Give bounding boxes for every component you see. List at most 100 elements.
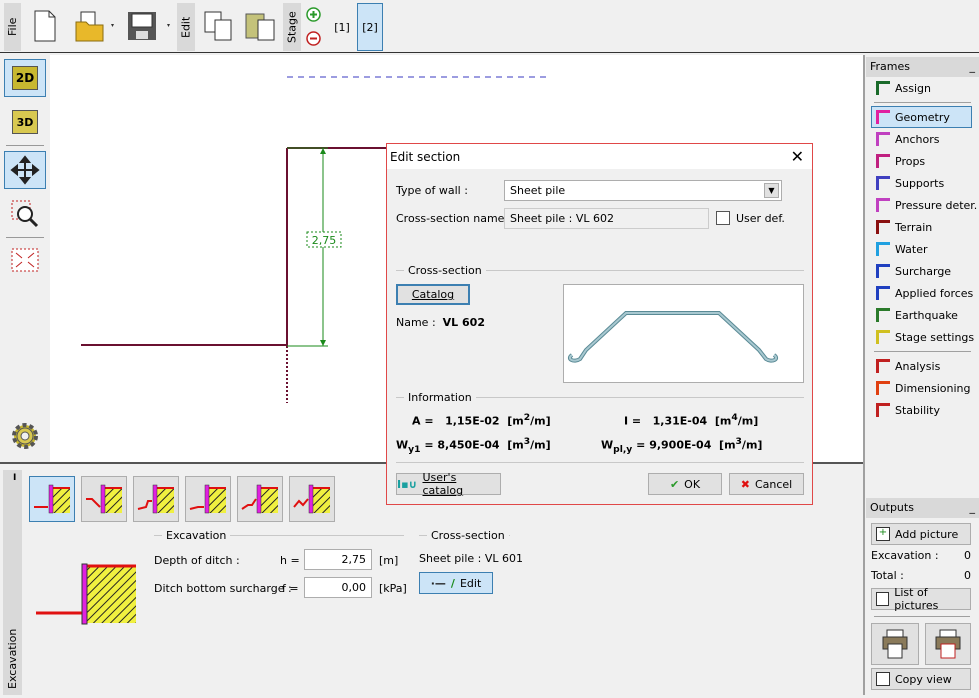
open-folder-icon: [75, 11, 114, 42]
information-group: Information: [396, 391, 804, 404]
print-picture-button[interactable]: [925, 623, 971, 665]
fit-view-button[interactable]: [4, 241, 46, 279]
divider: [874, 351, 971, 352]
surcharge-symbol: f =: [282, 582, 299, 595]
excavation-type-4-button[interactable]: [185, 476, 231, 522]
frame-item-label: Terrain: [895, 220, 933, 234]
frame-item-terrain[interactable]: Terrain: [866, 216, 979, 238]
copy-view-label: Copy view: [895, 672, 952, 686]
catalog-button[interactable]: Catalog: [396, 284, 470, 305]
list-of-pictures-button[interactable]: List of pictures: [871, 586, 971, 612]
excavation-type-3-button[interactable]: [133, 476, 179, 522]
add-stage-button[interactable]: [305, 6, 321, 22]
frame-icon: [876, 330, 890, 344]
copy-icon: [204, 11, 232, 41]
frame-icon: [876, 220, 890, 234]
remove-stage-button[interactable]: [305, 30, 321, 46]
excavation-type-icon: [34, 484, 70, 514]
frame-item-surcharge[interactable]: Surcharge: [866, 260, 979, 282]
excavation-type-2-button[interactable]: [81, 476, 127, 522]
frame-item-applied-forces[interactable]: Applied forces: [866, 282, 979, 304]
cross-section-group-title: Cross-section: [431, 529, 505, 542]
frame-icon: [876, 110, 890, 124]
frame-item-label: Applied forces: [895, 286, 974, 300]
users-catalog-button[interactable]: I▪∪ User's catalog: [396, 471, 501, 497]
stage-1-label: [1]: [334, 20, 350, 34]
frame-item-stability[interactable]: Stability: [866, 399, 979, 421]
edit-section-button[interactable]: ·— / Edit: [419, 572, 493, 594]
dimension-label: 2,75: [312, 234, 337, 247]
print-button[interactable]: [871, 623, 919, 665]
information-group-title: Information: [408, 391, 472, 404]
frame-item-anchors[interactable]: Anchors: [866, 128, 979, 150]
name-label: Name :: [396, 316, 436, 329]
surcharge-input[interactable]: 0,00: [304, 577, 372, 598]
excavation-type-5-button[interactable]: [237, 476, 283, 522]
frames-collapse-button[interactable]: _: [970, 60, 976, 74]
type-of-wall-select[interactable]: Sheet pile ▼: [504, 180, 782, 201]
printer-picture-icon: [935, 629, 961, 659]
frame-item-label: Geometry: [895, 110, 950, 124]
frame-icon: [876, 132, 890, 146]
dialog-title-bar: Edit section ✕: [387, 144, 812, 169]
add-picture-icon: +: [876, 527, 890, 541]
panel-splitter[interactable]: [863, 55, 865, 695]
toolbar-divider: [0, 52, 979, 53]
zoom-magnifier-icon: [11, 200, 39, 228]
cancel-button[interactable]: ✖ Cancel: [729, 473, 804, 495]
checkmark-icon: ✔: [669, 477, 680, 491]
user-def-checkbox[interactable]: [716, 211, 730, 225]
excavation-type-1-button[interactable]: [29, 476, 75, 522]
excavation-group: Excavation: [154, 529, 404, 542]
open-button[interactable]: [70, 8, 120, 44]
depth-input[interactable]: 2,75: [304, 549, 372, 570]
frame-icon: [876, 198, 890, 212]
copy-view-icon: [876, 672, 890, 686]
frame-item-analysis[interactable]: Analysis: [866, 355, 979, 377]
save-button[interactable]: [125, 8, 175, 44]
edit-label: Edit: [459, 576, 482, 590]
view-3d-button[interactable]: 3D: [4, 103, 46, 141]
new-file-button[interactable]: [30, 8, 60, 44]
cross-section-group-title: Cross-section: [408, 264, 482, 277]
ok-label: OK: [684, 477, 701, 491]
stage-menu[interactable]: Stage: [283, 3, 301, 51]
frame-item-label: Stability: [895, 403, 941, 417]
frame-item-pressure-deter[interactable]: Pressure deter.: [866, 194, 979, 216]
frame-item-label: Analysis: [895, 359, 941, 373]
frame-item-stage-settings[interactable]: Stage settings: [866, 326, 979, 348]
frame-item-earthquake[interactable]: Earthquake: [866, 304, 979, 326]
pencil-icon: /: [450, 576, 455, 590]
settings-button[interactable]: [4, 417, 46, 455]
edit-menu[interactable]: Edit: [177, 3, 195, 51]
frame-item-props[interactable]: Props: [866, 150, 979, 172]
copy-button[interactable]: [200, 8, 236, 44]
divider: [6, 237, 44, 238]
stage-1-tab[interactable]: [1]: [330, 8, 354, 46]
close-icon[interactable]: ✕: [791, 147, 804, 166]
add-picture-label: Add picture: [895, 527, 959, 541]
cross-section-preview: [563, 284, 804, 383]
frame-item-assign[interactable]: Assign: [866, 77, 979, 99]
pin-button[interactable]: I: [13, 473, 16, 483]
plastic-modulus-value: Wpl,y = 9,900E-04 [m3/m]: [601, 436, 763, 455]
zoom-button[interactable]: [4, 195, 46, 233]
frame-item-water[interactable]: Water: [866, 238, 979, 260]
stage-2-tab[interactable]: [2]: [357, 3, 383, 51]
outputs-collapse-button[interactable]: _: [970, 501, 976, 515]
frame-item-dimensioning[interactable]: Dimensioning: [866, 377, 979, 399]
file-menu[interactable]: File: [4, 3, 21, 51]
chevron-down-icon[interactable]: ▼: [764, 183, 779, 198]
frame-item-supports[interactable]: Supports: [866, 172, 979, 194]
excavation-type-6-button[interactable]: [289, 476, 335, 522]
copy-view-button[interactable]: Copy view: [871, 668, 971, 690]
file-label: File: [6, 17, 19, 37]
paste-button[interactable]: [242, 8, 278, 44]
add-picture-button[interactable]: + Add picture: [871, 523, 971, 545]
frame-item-geometry[interactable]: Geometry: [871, 106, 972, 128]
view-2d-button[interactable]: 2D: [4, 59, 46, 97]
frame-icon: [876, 403, 890, 417]
panel-label: Excavation: [6, 628, 19, 689]
ok-button[interactable]: ✔ OK: [648, 473, 722, 495]
move-button[interactable]: [4, 151, 46, 189]
